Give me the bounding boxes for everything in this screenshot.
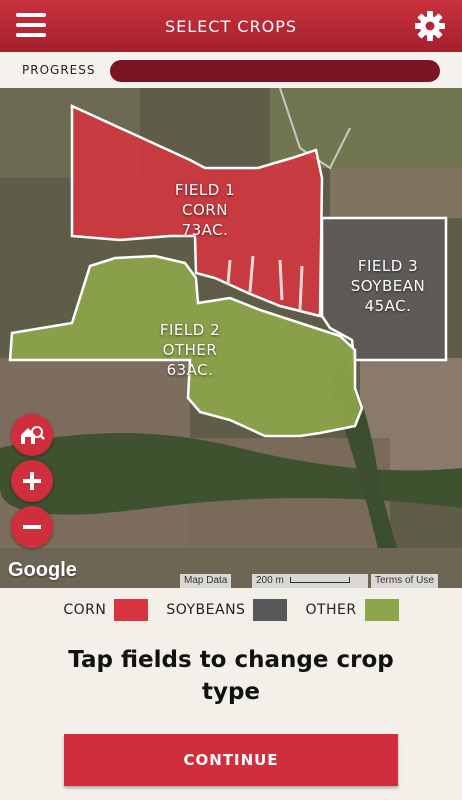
hamburger-menu-icon[interactable] xyxy=(16,13,46,37)
field-2-label[interactable]: FIELD 2 OTHER 63AC. xyxy=(145,320,235,380)
crop-legend: CORN SOYBEANS OTHER xyxy=(0,590,462,630)
legend-label-soybeans: SOYBEANS xyxy=(166,602,246,618)
map-scale-label: 200 m xyxy=(256,575,284,586)
zoom-in-button[interactable] xyxy=(11,460,53,502)
legend-swatch-soybeans xyxy=(253,599,288,621)
progress-bar-fill xyxy=(110,60,440,82)
google-logo: Google xyxy=(8,559,77,581)
legend-label-corn: CORN xyxy=(63,602,107,618)
legend-swatch-other xyxy=(364,599,399,621)
field-1-label[interactable]: FIELD 1 CORN 73AC. xyxy=(160,180,250,240)
map-data-link[interactable]: Map Data xyxy=(180,574,232,588)
continue-button[interactable]: CONTINUE xyxy=(64,734,398,786)
legend-item-other: OTHER xyxy=(305,599,399,621)
field-3-acres: 45AC. xyxy=(364,297,412,315)
map-scale: 200 m xyxy=(252,574,368,588)
field-1-crop: CORN xyxy=(182,201,228,219)
farm-search-icon[interactable] xyxy=(11,414,53,456)
page-title: SELECT CROPS xyxy=(164,16,297,36)
progress-bar-row: PROGRESS xyxy=(0,52,462,88)
field-3-name: FIELD 3 xyxy=(357,257,419,275)
minus-icon xyxy=(23,525,41,529)
zoom-out-button[interactable] xyxy=(11,506,53,548)
legend-swatch-corn xyxy=(114,599,149,621)
app-header: SELECT CROPS xyxy=(0,0,462,52)
legend-item-soybeans: SOYBEANS xyxy=(166,599,288,621)
progress-bar xyxy=(110,60,440,82)
field-1-name: FIELD 1 xyxy=(174,181,236,199)
instruction-text: Tap fields to change crop type xyxy=(68,647,394,705)
gear-icon[interactable] xyxy=(414,10,446,42)
legend-label-other: OTHER xyxy=(305,602,357,618)
field-1-acres: 73AC. xyxy=(181,221,229,239)
progress-label: PROGRESS xyxy=(22,63,96,77)
field-2-name: FIELD 2 xyxy=(159,321,221,339)
field-3-crop: SOYBEAN xyxy=(350,277,426,295)
terms-of-use-link[interactable]: Terms of Use xyxy=(371,574,438,588)
plus-icon xyxy=(23,472,41,490)
satellite-map[interactable]: FIELD 1 CORN 73AC. FIELD 2 OTHER 63AC. F… xyxy=(0,88,462,588)
legend-item-corn: CORN xyxy=(63,599,149,621)
field-2-acres: 63AC. xyxy=(166,361,214,379)
field-2-crop: OTHER xyxy=(162,341,218,359)
field-3-label[interactable]: FIELD 3 SOYBEAN 45AC. xyxy=(333,256,443,316)
